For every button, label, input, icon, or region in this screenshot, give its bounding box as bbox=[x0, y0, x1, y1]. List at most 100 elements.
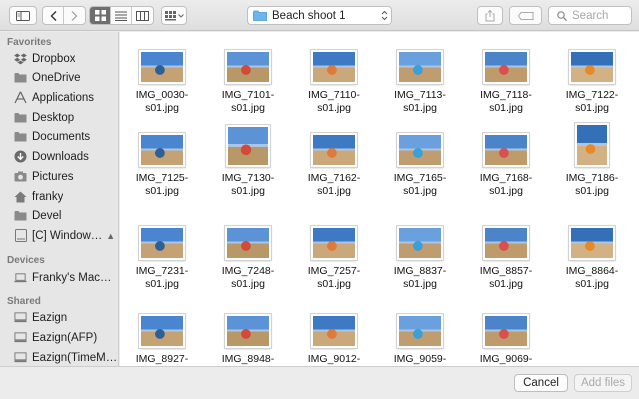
file-thumbnail bbox=[397, 226, 443, 260]
share-icon bbox=[485, 9, 495, 21]
sidebar-item-downloads[interactable]: Downloads bbox=[0, 147, 118, 166]
file-item[interactable]: IMG_7231-s01.jpg bbox=[120, 216, 204, 291]
file-item[interactable]: IMG_7162-s01.jpg bbox=[292, 123, 376, 198]
photo-thumbnail-image bbox=[141, 228, 183, 258]
file-thumbnail bbox=[139, 133, 185, 167]
arrange-button[interactable] bbox=[161, 6, 187, 25]
file-item[interactable]: IMG_7165-s01.jpg bbox=[378, 123, 462, 198]
column-view-icon bbox=[136, 10, 149, 21]
sidebar-toggle-button[interactable] bbox=[9, 6, 37, 25]
sidebar-item-pictures[interactable]: Pictures bbox=[0, 167, 118, 186]
sidebar-item-dropbox[interactable]: Dropbox bbox=[0, 49, 118, 68]
sidebar-item-macbook[interactable]: Franky's MacB… bbox=[0, 268, 118, 287]
file-name: IMG_7162-s01.jpg bbox=[307, 172, 361, 197]
camera-icon bbox=[14, 170, 27, 183]
file-item[interactable]: IMG_8837- s01.jpg bbox=[378, 216, 462, 291]
file-item[interactable]: IMG_9012-s01.jpg bbox=[292, 304, 376, 366]
file-item[interactable]: IMG_9069- bbox=[464, 304, 548, 366]
file-thumbnail bbox=[483, 314, 529, 348]
file-thumbnail bbox=[569, 226, 615, 260]
column-view-button[interactable] bbox=[132, 7, 153, 24]
photo-thumbnail-image bbox=[571, 52, 613, 82]
file-name: IMG_7122-s01.jpg bbox=[565, 89, 619, 114]
sidebar-item-franky[interactable]: franky bbox=[0, 187, 118, 206]
file-name: IMG_7231-s01.jpg bbox=[135, 265, 189, 290]
file-item[interactable]: IMG_7248- s01.jpg bbox=[206, 216, 290, 291]
photo-thumbnail-image bbox=[227, 52, 269, 82]
file-name: IMG_9059- bbox=[393, 353, 447, 365]
photo-thumbnail-image bbox=[228, 127, 268, 165]
shared-heading: Shared bbox=[7, 296, 41, 307]
file-thumbnail bbox=[483, 133, 529, 167]
chevron-down-icon bbox=[177, 13, 184, 18]
file-thumbnail bbox=[483, 226, 529, 260]
add-files-button[interactable]: Add files bbox=[574, 374, 632, 392]
file-item[interactable]: IMG_7257-s01.jpg bbox=[292, 216, 376, 291]
file-thumbnail bbox=[225, 50, 271, 84]
file-name: IMG_8927-s01.jpg bbox=[135, 353, 189, 365]
share-button[interactable] bbox=[477, 6, 503, 25]
location-popup[interactable]: Beach shoot 1 bbox=[247, 6, 392, 25]
sidebar-item-applications[interactable]: Applications bbox=[0, 88, 118, 107]
file-item[interactable]: IMG_7168-s01.jpg bbox=[464, 123, 548, 198]
forward-button[interactable] bbox=[64, 7, 85, 24]
sidebar-item-devel[interactable]: Devel bbox=[0, 206, 118, 225]
tag-button[interactable] bbox=[509, 6, 542, 25]
cancel-button[interactable]: Cancel bbox=[514, 374, 568, 392]
file-name: IMG_8948- bbox=[221, 353, 275, 365]
sidebar-item-eazign-afp[interactable]: Eazign(AFP) bbox=[0, 328, 118, 347]
file-thumbnail bbox=[139, 314, 185, 348]
file-name: IMG_7257-s01.jpg bbox=[307, 265, 361, 290]
icon-view-button[interactable] bbox=[90, 7, 111, 24]
sidebar-item-onedrive[interactable]: OneDrive bbox=[0, 68, 118, 87]
server-icon bbox=[14, 311, 27, 324]
sidebar-item-documents[interactable]: Documents bbox=[0, 127, 118, 146]
file-item[interactable]: IMG_7125-s01.jpg bbox=[120, 123, 204, 198]
file-name: IMG_7113-s01.jpg bbox=[394, 89, 446, 114]
photo-thumbnail-image bbox=[485, 135, 527, 165]
file-thumbnail bbox=[225, 226, 271, 260]
sidebar-icon bbox=[16, 10, 30, 21]
file-item[interactable]: IMG_8857- s01.jpg bbox=[464, 216, 548, 291]
back-button[interactable] bbox=[43, 7, 64, 24]
file-item[interactable]: IMG_7101-s01.jpg bbox=[206, 40, 290, 115]
view-mode-selector bbox=[89, 6, 154, 25]
file-name: IMG_8857- bbox=[479, 265, 533, 277]
sidebar-item-eazign[interactable]: Eazign bbox=[0, 308, 118, 327]
file-item[interactable]: IMG_7110-s01.jpg bbox=[292, 40, 376, 115]
search-input[interactable] bbox=[572, 9, 628, 22]
file-item[interactable]: IMG_7118-s01.jpg bbox=[464, 40, 548, 115]
file-name-line2: s01.jpg bbox=[403, 278, 437, 290]
file-item[interactable]: IMG_8864- s01.jpg bbox=[550, 216, 634, 291]
sidebar-item-eazign-timemachine[interactable]: Eazign(TimeM… bbox=[0, 348, 118, 366]
list-view-button[interactable] bbox=[111, 7, 132, 24]
sidebar-item-desktop[interactable]: Desktop bbox=[0, 108, 118, 127]
dialog-footer: Cancel Add files bbox=[0, 366, 639, 399]
sidebar: Favorites Dropbox OneDrive Applications … bbox=[0, 32, 119, 366]
file-item[interactable]: IMG_7113-s01.jpg bbox=[378, 40, 462, 115]
file-thumbnail bbox=[139, 50, 185, 84]
file-item[interactable]: IMG_0030- s01.jpg bbox=[120, 40, 204, 115]
file-name: IMG_7118-s01.jpg bbox=[480, 89, 532, 114]
file-item[interactable]: IMG_7122-s01.jpg bbox=[550, 40, 634, 115]
file-item[interactable]: IMG_7130-s01.jpg bbox=[206, 123, 290, 198]
arrange-grid-icon bbox=[164, 10, 176, 20]
file-name: IMG_7248- bbox=[221, 265, 275, 277]
tag-icon bbox=[517, 11, 533, 20]
search-field[interactable] bbox=[548, 6, 632, 25]
photo-thumbnail-image bbox=[399, 135, 441, 165]
file-item[interactable]: IMG_8948- bbox=[206, 304, 290, 366]
file-item[interactable]: IMG_9059- bbox=[378, 304, 462, 366]
file-item[interactable]: IMG_7186-s01.jpg bbox=[550, 123, 634, 198]
file-thumbnail bbox=[225, 314, 271, 348]
file-item[interactable]: IMG_8927-s01.jpg bbox=[120, 304, 204, 366]
nav-buttons bbox=[42, 6, 86, 25]
folder-icon bbox=[14, 130, 27, 143]
file-name-line2: s01.jpg bbox=[231, 278, 265, 290]
photo-thumbnail-image bbox=[141, 135, 183, 165]
sidebar-item-windows-drive[interactable]: [C] Window… ▲ bbox=[0, 226, 118, 245]
photo-thumbnail-image bbox=[485, 228, 527, 258]
file-name: IMG_7165-s01.jpg bbox=[393, 172, 447, 197]
file-name: IMG_7186-s01.jpg bbox=[565, 172, 619, 197]
eject-icon[interactable]: ▲ bbox=[106, 231, 115, 241]
